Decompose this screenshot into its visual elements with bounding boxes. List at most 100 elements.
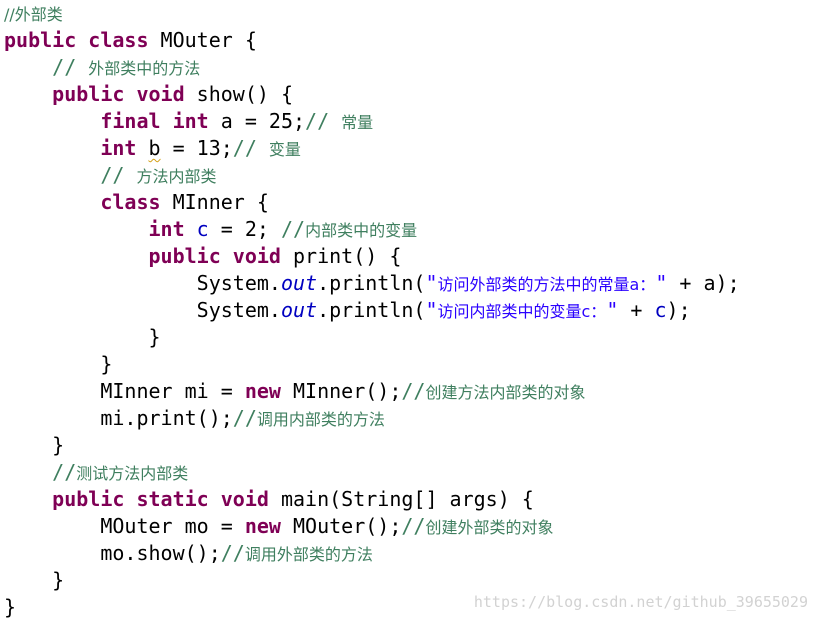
- code-token: //: [232, 136, 269, 160]
- code-line[interactable]: //外部类: [4, 0, 820, 27]
- code-token: ": [655, 271, 668, 295]
- code-token: int: [172, 109, 209, 133]
- code-token: mo.show();: [100, 541, 221, 565]
- code-token: int: [100, 136, 137, 160]
- code-token: int: [148, 217, 185, 241]
- code-token: //: [401, 514, 426, 538]
- code-line[interactable]: // 外部类中的方法: [4, 54, 820, 81]
- code-token: 调用外部类的方法: [244, 545, 373, 564]
- code-line[interactable]: public class MOuter {: [4, 27, 820, 54]
- code-token: mi.print();: [100, 406, 233, 430]
- code-token: //: [100, 163, 137, 187]
- code-line[interactable]: MOuter mo = new MOuter();//创建外部类的对象: [4, 513, 820, 540]
- code-line[interactable]: System.out.println("访问内部类中的变量c：" + c);: [4, 297, 820, 324]
- code-line[interactable]: }: [4, 567, 820, 594]
- code-line[interactable]: int b = 13;// 变量: [4, 135, 820, 162]
- code-token: new: [244, 514, 281, 538]
- code-token: }: [100, 352, 113, 376]
- code-token: 访问外部类的方法中的常量a：: [437, 275, 656, 294]
- code-line[interactable]: public void show() {: [4, 81, 820, 108]
- code-line[interactable]: // 方法内部类: [4, 162, 820, 189]
- code-token: }: [4, 595, 17, 619]
- code-token: 访问内部类中的变量c：: [437, 302, 607, 321]
- code-token: out: [280, 271, 318, 295]
- code-token: out: [280, 298, 318, 322]
- code-token: .println(: [317, 271, 426, 295]
- code-token: new: [244, 379, 281, 403]
- code-line[interactable]: //测试方法内部类: [4, 459, 820, 486]
- code-token: MInner mi =: [100, 379, 245, 403]
- code-token: }: [148, 325, 161, 349]
- code-token: //外部类: [4, 5, 63, 24]
- code-token: 变量: [268, 140, 301, 159]
- code-token: System.: [196, 298, 281, 322]
- code-line[interactable]: final int a = 25;// 常量: [4, 108, 820, 135]
- code-token: //: [52, 460, 77, 484]
- code-token: System.: [196, 271, 281, 295]
- code-token: 常量: [341, 113, 374, 132]
- code-line[interactable]: int c = 2; //内部类中的变量: [4, 216, 820, 243]
- code-token: + a);: [667, 271, 740, 295]
- code-token: }: [52, 568, 65, 592]
- code-line[interactable]: System.out.println("访问外部类的方法中的常量a：" + a)…: [4, 270, 820, 297]
- code-line[interactable]: }: [4, 351, 820, 378]
- code-token: public: [52, 487, 125, 511]
- code-line[interactable]: }: [4, 324, 820, 351]
- code-token: //: [305, 109, 342, 133]
- code-line[interactable]: mo.show();//调用外部类的方法: [4, 540, 820, 567]
- code-token: 创建方法内部类的对象: [425, 383, 586, 402]
- code-token: public: [4, 28, 77, 52]
- code-token: +: [618, 298, 655, 322]
- code-line[interactable]: MInner mi = new MInner();//创建方法内部类的对象: [4, 378, 820, 405]
- code-token: static: [136, 487, 209, 511]
- code-token: void: [232, 244, 281, 268]
- code-token: show() {: [184, 82, 294, 106]
- code-token: 内部类中的变量: [305, 221, 418, 240]
- code-token: b: [148, 136, 161, 160]
- code-token: //: [220, 541, 245, 565]
- code-token: = 2;: [208, 217, 281, 241]
- code-token: //: [232, 406, 257, 430]
- code-line[interactable]: mi.print();//调用内部类的方法: [4, 405, 820, 432]
- code-token: MOuter mo =: [100, 514, 245, 538]
- code-line[interactable]: public static void main(String[] args) {: [4, 486, 820, 513]
- code-token: c: [196, 217, 209, 241]
- code-token: ": [425, 298, 438, 322]
- code-editor[interactable]: //外部类 public class MOuter { // 外部类中的方法 pu…: [4, 0, 820, 621]
- code-token: c: [654, 298, 667, 322]
- code-token: 方法内部类: [136, 167, 217, 186]
- code-token: MOuter {: [148, 28, 257, 52]
- watermark-url: https://blog.csdn.net/github_39655029: [473, 593, 808, 611]
- code-token: //: [52, 55, 89, 79]
- code-token: public: [52, 82, 125, 106]
- code-token: .println(: [317, 298, 426, 322]
- code-token: final: [100, 109, 161, 133]
- code-token: MOuter();: [280, 514, 402, 538]
- code-token: main(String[] args) {: [268, 487, 534, 511]
- code-line[interactable]: public void print() {: [4, 243, 820, 270]
- code-token: = 13;: [160, 136, 233, 160]
- code-line[interactable]: }: [4, 432, 820, 459]
- code-line[interactable]: class MInner {: [4, 189, 820, 216]
- code-token: 测试方法内部类: [76, 464, 189, 483]
